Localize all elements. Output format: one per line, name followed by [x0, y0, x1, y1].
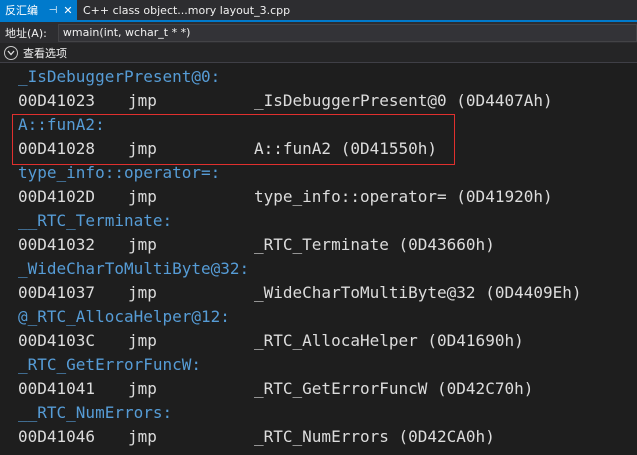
disasm-instruction[interactable]: 00D41037 jmp _WideCharToMultiByte@32 (0D44…	[18, 281, 582, 305]
view-options-bar[interactable]: 查看选项	[0, 43, 637, 63]
instr-mnemonic: jmp	[128, 427, 157, 446]
disasm-label: _WideCharToMultiByte@32:	[18, 259, 250, 278]
instr-operand: _RTC_NumErrors (0D42CA0h)	[254, 427, 495, 446]
close-icon[interactable]: ✕	[63, 4, 73, 17]
disasm-instruction[interactable]: 00D41041 jmp _RTC_GetErrorFuncW (0D42C70h)	[18, 377, 533, 401]
pin-icon[interactable]: ⊣	[48, 5, 58, 16]
disassembly-view[interactable]: _IsDebuggerPresent@0: 00D41023 jmp _IsDebu…	[0, 63, 637, 455]
address-bar: 地址(A): wmain(int, wchar_t * *)	[0, 22, 637, 43]
disasm-label: _IsDebuggerPresent@0:	[18, 67, 221, 86]
disasm-instruction[interactable]: 00D4102D jmp type_info::operator= (0D41920…	[18, 185, 553, 209]
disasm-label: __RTC_NumErrors:	[18, 403, 173, 422]
view-options-label: 查看选项	[23, 46, 67, 60]
instr-mnemonic: jmp	[128, 91, 157, 110]
disasm-instruction[interactable]: 00D41023 jmp _IsDebuggerPresent@0 (0D4407A…	[18, 89, 553, 113]
tab-disassembly-label: 反汇编	[5, 4, 38, 17]
instr-operand: type_info::operator= (0D41920h)	[254, 187, 553, 206]
document-tab-strip: 反汇编 ⊣ ✕ C++ class object...mory layout_3…	[0, 0, 637, 20]
instr-address: 00D4102D	[18, 187, 96, 206]
tab-disassembly[interactable]: 反汇编 ⊣ ✕	[0, 0, 77, 20]
disasm-instruction[interactable]: 00D41046 jmp _RTC_NumErrors (0D42CA0h)	[18, 425, 495, 449]
instr-address: 00D4103C	[18, 331, 96, 350]
instr-mnemonic: jmp	[128, 187, 157, 206]
disasm-label: __RTC_Terminate:	[18, 211, 173, 230]
address-label: 地址(A):	[5, 26, 47, 40]
instr-operand: _RTC_GetErrorFuncW (0D42C70h)	[254, 379, 534, 398]
instr-address: 00D41023	[18, 91, 96, 110]
disasm-label: _RTC_GetErrorFuncW:	[18, 355, 202, 374]
instr-address: 00D41032	[18, 235, 96, 254]
highlight-box	[12, 114, 455, 165]
instr-mnemonic: jmp	[128, 331, 157, 350]
instr-address: 00D41041	[18, 379, 96, 398]
tab-source-file-label: C++ class object...mory layout_3.cpp	[83, 3, 291, 17]
instr-operand: _RTC_AllocaHelper (0D41690h)	[254, 331, 524, 350]
disasm-instruction[interactable]: 00D41032 jmp _RTC_Terminate (0D43660h)	[18, 233, 495, 257]
instr-mnemonic: jmp	[128, 379, 157, 398]
address-input[interactable]: wmain(int, wchar_t * *)	[57, 23, 637, 42]
disasm-label: @_RTC_AllocaHelper@12:	[18, 307, 230, 326]
tab-source-file[interactable]: C++ class object...mory layout_3.cpp	[77, 0, 296, 20]
instr-mnemonic: jmp	[128, 283, 157, 302]
instr-operand: _WideCharToMultiByte@32 (0D4409Eh)	[254, 283, 582, 302]
disasm-instruction[interactable]: 00D4103C jmp _RTC_AllocaHelper (0D41690h)	[18, 329, 524, 353]
instr-operand: _IsDebuggerPresent@0 (0D4407Ah)	[254, 91, 553, 110]
instr-operand: _RTC_Terminate (0D43660h)	[254, 235, 495, 254]
instr-address: 00D41046	[18, 427, 96, 446]
instr-mnemonic: jmp	[128, 235, 157, 254]
chevron-down-icon[interactable]	[4, 45, 18, 60]
instr-address: 00D41037	[18, 283, 96, 302]
